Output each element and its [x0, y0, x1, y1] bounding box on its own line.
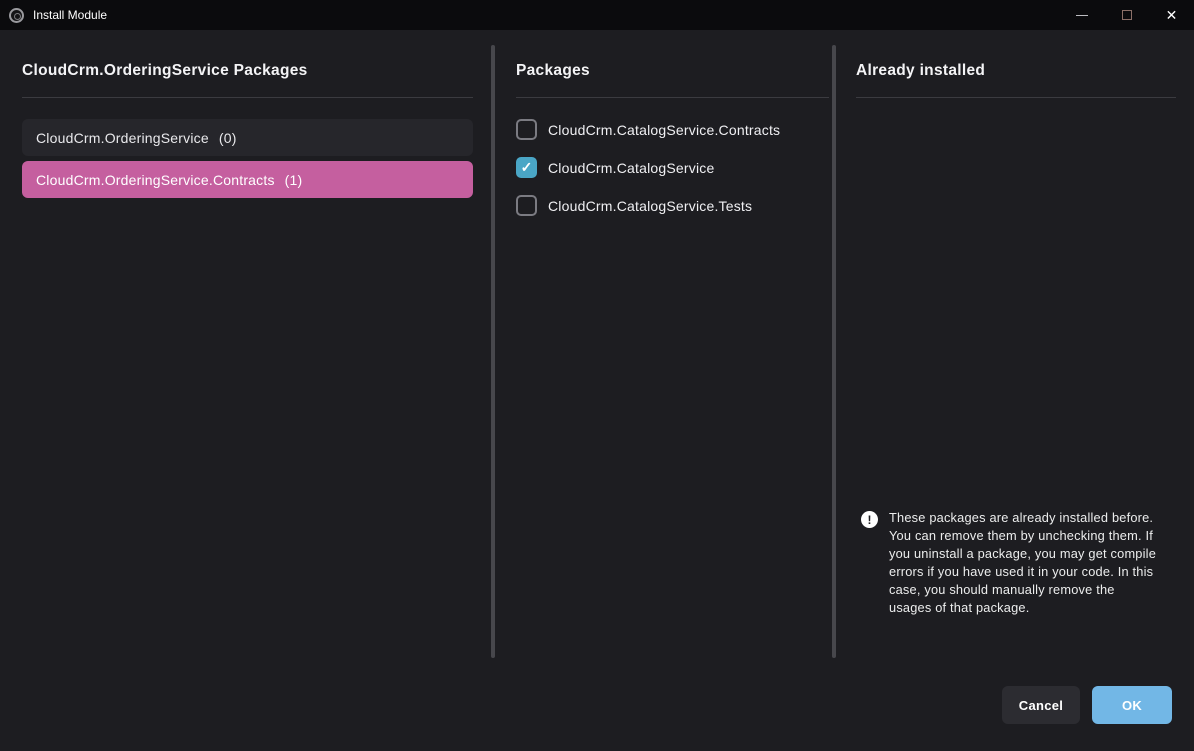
close-icon: ✕ — [1166, 8, 1178, 22]
module-list: CloudCrm.OrderingService (0) CloudCrm.Or… — [22, 119, 473, 198]
window-title: Install Module — [33, 8, 107, 22]
title-bar: Install Module ✕ — [0, 0, 1194, 30]
maximize-icon — [1122, 10, 1132, 20]
module-item-orderingservice-contracts[interactable]: CloudCrm.OrderingService.Contracts (1) — [22, 161, 473, 198]
packages-panel-header: Packages — [516, 62, 829, 98]
modules-panel-header: CloudCrm.OrderingService Packages — [22, 62, 473, 98]
info-icon-glyph: ! — [868, 513, 872, 527]
minimize-button[interactable] — [1059, 0, 1104, 30]
package-list: CloudCrm.CatalogService.Contracts ✓ Clou… — [516, 119, 829, 216]
maximize-button[interactable] — [1104, 0, 1149, 30]
package-row-catalogservice[interactable]: ✓ CloudCrm.CatalogService — [516, 157, 829, 178]
app-logo-icon — [9, 8, 24, 23]
checkbox-checked[interactable]: ✓ — [516, 157, 537, 178]
checkbox-unchecked[interactable] — [516, 119, 537, 140]
package-label: CloudCrm.CatalogService.Tests — [548, 198, 752, 214]
installed-note: ! These packages are already installed b… — [861, 509, 1163, 617]
window-controls: ✕ — [1059, 0, 1194, 30]
vertical-divider — [832, 45, 836, 658]
module-item-label: CloudCrm.OrderingService — [36, 130, 209, 146]
package-label: CloudCrm.CatalogService — [548, 160, 714, 176]
installed-note-text: These packages are already installed bef… — [889, 509, 1157, 617]
module-item-count: (1) — [285, 172, 303, 188]
checkbox-unchecked[interactable] — [516, 195, 537, 216]
package-label: CloudCrm.CatalogService.Contracts — [548, 122, 780, 138]
packages-panel: Packages CloudCrm.CatalogService.Contrac… — [516, 62, 829, 233]
minimize-icon — [1076, 15, 1088, 16]
already-installed-panel: Already installed — [856, 62, 1176, 98]
package-row-catalogservice-contracts[interactable]: CloudCrm.CatalogService.Contracts — [516, 119, 829, 140]
already-installed-header: Already installed — [856, 62, 1176, 98]
module-item-count: (0) — [219, 130, 237, 146]
info-icon: ! — [861, 511, 878, 528]
cancel-button[interactable]: Cancel — [1002, 686, 1080, 724]
package-row-catalogservice-tests[interactable]: CloudCrm.CatalogService.Tests — [516, 195, 829, 216]
ok-button[interactable]: OK — [1092, 686, 1172, 724]
module-item-label: CloudCrm.OrderingService.Contracts — [36, 172, 275, 188]
check-icon: ✓ — [521, 159, 533, 176]
vertical-divider — [491, 45, 495, 658]
module-item-orderingservice[interactable]: CloudCrm.OrderingService (0) — [22, 119, 473, 156]
modules-panel: CloudCrm.OrderingService Packages CloudC… — [22, 62, 473, 203]
close-button[interactable]: ✕ — [1149, 0, 1194, 30]
